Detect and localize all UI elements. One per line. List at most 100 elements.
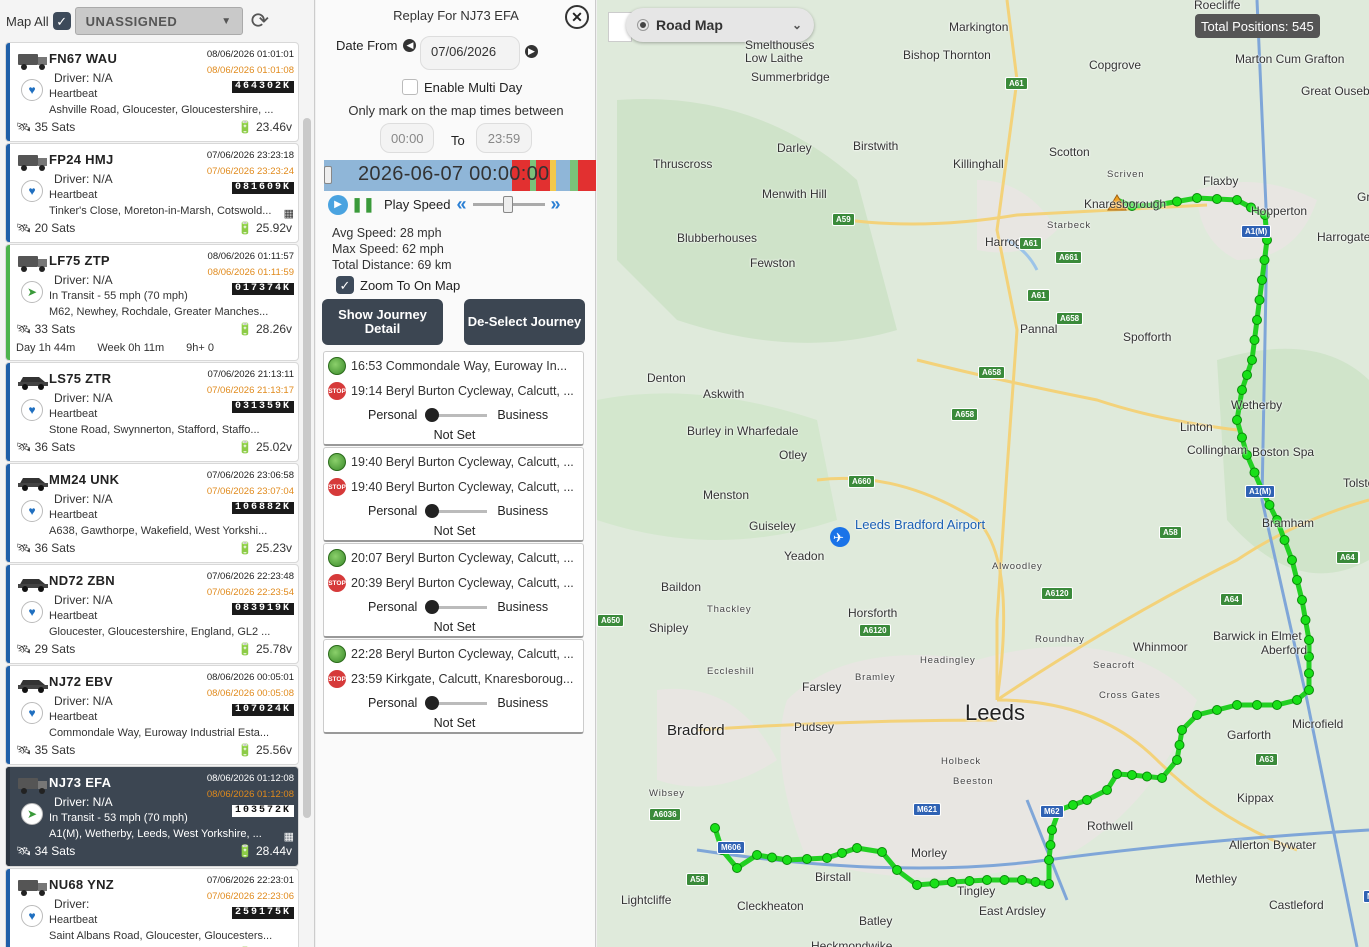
position-marker[interactable]	[1252, 700, 1262, 710]
position-marker[interactable]	[1304, 685, 1314, 695]
time-to-input[interactable]: 23:59	[476, 123, 532, 153]
position-marker[interactable]	[1300, 615, 1311, 625]
journey-card[interactable]: 20:07 Beryl Burton Cycleway, Calcutt, ..…	[323, 543, 584, 638]
map-type-selector[interactable]: Road Map ⌄	[626, 8, 814, 42]
position-marker[interactable]	[1157, 773, 1167, 783]
position-marker[interactable]	[947, 877, 957, 887]
vehicle-card[interactable]: ♥ ND72 ZBN 07/06/2026 22:23:48 07/06/202…	[5, 564, 299, 664]
position-marker[interactable]	[1252, 315, 1262, 325]
map-all-checkbox[interactable]: ✓	[52, 12, 71, 30]
position-marker[interactable]	[852, 843, 862, 853]
position-marker[interactable]	[1112, 769, 1122, 779]
position-marker[interactable]	[1172, 755, 1182, 765]
position-marker[interactable]	[1242, 370, 1252, 380]
vehicle-card[interactable]: ➤ NJ73 EFA 08/06/2026 01:12:08 08/06/202…	[5, 766, 299, 867]
position-marker[interactable]	[1279, 535, 1290, 545]
journey-card[interactable]: 19:40 Beryl Burton Cycleway, Calcutt, ..…	[323, 447, 584, 542]
slower-icon[interactable]: «	[457, 194, 467, 215]
replay-timeline[interactable]: 2026-06-07 00:00:00	[324, 160, 596, 191]
zoom-checkbox[interactable]: ✓	[336, 276, 354, 294]
journey-type-slider[interactable]	[425, 695, 488, 710]
journey-card[interactable]: 16:53 Commondale Way, Euroway In... STOP…	[323, 351, 584, 446]
play-speed-thumb[interactable]	[502, 196, 513, 213]
position-marker[interactable]	[1257, 275, 1267, 285]
position-marker[interactable]	[1237, 385, 1247, 395]
vehicle-card[interactable]: ♥ NJ72 EBV 08/06/2026 00:05:01 08/06/202…	[5, 665, 299, 765]
position-marker[interactable]	[1292, 575, 1302, 585]
position-marker[interactable]	[912, 880, 922, 890]
journey-type-thumb[interactable]	[425, 503, 440, 518]
position-marker[interactable]	[782, 855, 792, 865]
position-marker[interactable]	[1142, 771, 1152, 782]
journey-type-thumb[interactable]	[425, 695, 440, 710]
map-view[interactable]: ✈ Road Map ⌄ Total Positions: 545 Markin…	[597, 0, 1369, 947]
position-marker[interactable]	[1212, 705, 1222, 715]
position-marker[interactable]	[1192, 193, 1202, 203]
position-marker[interactable]	[1047, 825, 1057, 835]
journey-type-slider[interactable]	[425, 407, 488, 422]
position-marker[interactable]	[1212, 194, 1222, 204]
group-dropdown[interactable]: UNASSIGNED ▼	[74, 7, 243, 35]
time-from-input[interactable]: 00:00	[380, 123, 434, 153]
timeline-handle[interactable]	[324, 166, 332, 184]
position-marker[interactable]	[837, 848, 847, 858]
position-marker[interactable]	[1192, 710, 1202, 720]
vehicle-list-scrollbar[interactable]	[303, 118, 311, 818]
position-marker[interactable]	[1177, 725, 1187, 735]
multi-day-checkbox[interactable]	[402, 79, 418, 95]
position-marker[interactable]	[929, 878, 940, 889]
vehicle-card[interactable]: ♥ FN67 WAU 08/06/2026 01:01:01 08/06/202…	[5, 42, 299, 142]
deselect-journey-button[interactable]: De-Select Journey	[464, 299, 585, 345]
position-marker[interactable]	[1102, 785, 1112, 795]
position-marker[interactable]	[1254, 295, 1265, 305]
position-marker[interactable]	[1292, 695, 1302, 705]
pause-icon[interactable]: ❚❚	[351, 196, 374, 214]
journey-type-slider[interactable]	[425, 503, 488, 518]
position-marker[interactable]	[1044, 879, 1054, 889]
position-marker[interactable]	[710, 823, 720, 833]
position-marker[interactable]	[1264, 500, 1275, 510]
position-marker[interactable]	[752, 850, 762, 860]
position-marker[interactable]	[767, 852, 777, 863]
position-marker[interactable]	[1044, 855, 1054, 865]
position-marker[interactable]	[1287, 555, 1297, 565]
position-marker[interactable]	[1127, 770, 1137, 780]
vehicle-card[interactable]: ➤ LF75 ZTP 08/06/2026 01:11:57 08/06/202…	[5, 244, 299, 361]
journey-type-slider[interactable]	[425, 599, 488, 614]
position-marker[interactable]	[822, 853, 832, 863]
position-marker[interactable]	[1237, 432, 1247, 443]
position-marker[interactable]	[1082, 795, 1092, 805]
close-icon[interactable]: ✕	[565, 5, 589, 29]
play-icon[interactable]: ▶	[328, 194, 348, 215]
position-marker[interactable]	[877, 847, 887, 857]
journey-card[interactable]: 22:28 Beryl Burton Cycleway, Calcutt, ..…	[323, 639, 584, 734]
position-marker[interactable]	[802, 854, 812, 864]
vehicle-card[interactable]: ♥ FP24 HMJ 07/06/2026 23:23:18 07/06/202…	[5, 143, 299, 243]
position-marker[interactable]	[1297, 595, 1307, 605]
date-from-input[interactable]: 07/06/2026	[420, 36, 520, 70]
position-marker[interactable]	[892, 865, 902, 875]
position-marker[interactable]	[1272, 700, 1282, 710]
journey-type-thumb[interactable]	[425, 599, 440, 614]
position-marker[interactable]	[1174, 740, 1185, 750]
journey-type-thumb[interactable]	[425, 407, 440, 422]
position-marker[interactable]	[1232, 195, 1242, 205]
vehicle-card[interactable]: ♥ LS75 ZTR 07/06/2026 21:13:11 07/06/202…	[5, 362, 299, 462]
position-marker[interactable]	[1249, 467, 1260, 478]
position-marker[interactable]	[999, 875, 1010, 885]
vehicle-card[interactable]: ♥ NU68 YNZ 07/06/2026 22:23:01 07/06/202…	[5, 868, 299, 947]
show-journey-detail-button[interactable]: Show Journey Detail	[322, 299, 443, 345]
next-date-icon[interactable]: ▶	[525, 45, 538, 58]
position-marker[interactable]	[732, 863, 742, 873]
position-marker[interactable]	[1304, 668, 1314, 679]
position-marker[interactable]	[1249, 335, 1260, 345]
position-marker[interactable]	[1045, 840, 1056, 850]
position-marker[interactable]	[1172, 196, 1182, 207]
position-marker[interactable]	[1247, 355, 1257, 365]
play-speed-slider[interactable]	[472, 196, 545, 213]
position-marker[interactable]	[1017, 875, 1027, 885]
position-marker[interactable]	[1068, 800, 1078, 810]
position-marker[interactable]	[1259, 255, 1270, 265]
position-marker[interactable]	[1232, 700, 1242, 710]
refresh-icon[interactable]: ⟳	[251, 8, 269, 34]
